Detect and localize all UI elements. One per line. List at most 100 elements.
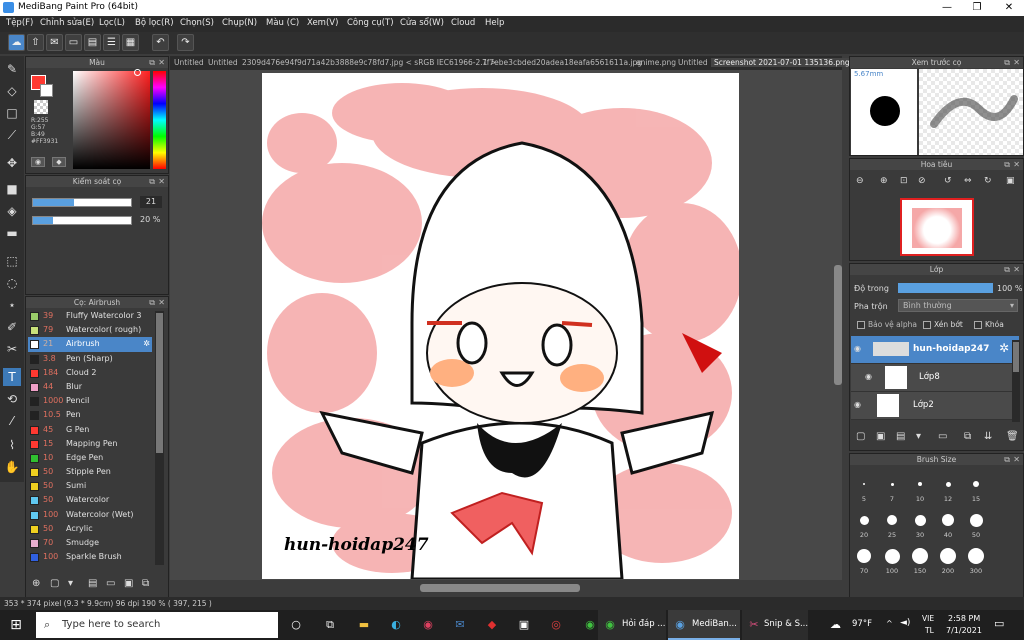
cortana-icon[interactable]: ○ (286, 615, 306, 635)
zoom-reset-icon[interactable]: ⊘ (918, 176, 926, 186)
brush-opacity-slider[interactable] (32, 216, 132, 225)
menu-brush-filter[interactable]: Bộ lọc(R) (135, 18, 174, 28)
brush-settings-icon[interactable]: ▤ (88, 578, 97, 589)
protect-alpha-checkbox[interactable] (857, 321, 865, 329)
list-icon[interactable]: ☰ (103, 34, 120, 51)
chrome-icon[interactable]: ◉ (580, 615, 600, 635)
minimize-button[interactable]: — (932, 0, 962, 16)
duplicate-layer-icon[interactable]: ⧉ (964, 431, 971, 442)
secondary-color-swatch[interactable] (40, 84, 53, 97)
brush-size-option[interactable] (940, 548, 956, 564)
fit-icon[interactable]: ⊡ (900, 176, 908, 186)
brush-size-option[interactable] (918, 482, 922, 486)
expand-icon[interactable]: ⧉ (1004, 57, 1010, 68)
file-explorer-icon[interactable]: ▬ (354, 615, 374, 635)
roblox-icon[interactable]: ◆ (482, 615, 502, 635)
new-8bit-layer-icon[interactable]: ▤ (896, 431, 905, 442)
blend-mode-select[interactable]: Bình thường ▾ (898, 299, 1018, 312)
brush-item[interactable]: 50 Watercolor (28, 493, 152, 507)
tab-screenshot-active[interactable]: Screenshot 2021-07-01 135136.png (711, 58, 853, 67)
folder-icon[interactable]: ▣ (124, 578, 133, 589)
clipping-checkbox[interactable] (923, 321, 931, 329)
expand-icon[interactable]: ⧉ (1004, 454, 1010, 465)
eye-icon[interactable]: ◉ (865, 372, 872, 381)
close-icon[interactable]: ✕ (1013, 159, 1020, 170)
tab-jpg-2[interactable]: 7f7ebe3cbded20adea18eafa6561611a.jpg (482, 58, 642, 67)
expand-icon[interactable]: ⧉ (1004, 159, 1010, 170)
menu-file[interactable]: Tệp(F) (6, 18, 33, 28)
layer-row-1[interactable]: ◉ hun-hoidap247 ✲ (851, 336, 1019, 364)
app-icon[interactable]: ◎ (546, 615, 566, 635)
operation-tool-icon[interactable]: ⟲ (3, 390, 21, 408)
menu-capture[interactable]: Chụp(N) (222, 18, 257, 28)
shape-tool-icon[interactable]: ■ (3, 180, 21, 198)
brush-item[interactable]: 100 Sparkle Brush (28, 550, 152, 564)
taskbar-app-browser[interactable]: ◉ Hỏi đáp ... (598, 610, 666, 640)
select-pen-icon[interactable]: ✐ (3, 318, 21, 336)
zoom-in-icon[interactable]: ⊕ (880, 176, 888, 186)
windows-start-icon[interactable]: ⊞ (6, 615, 26, 635)
redo-icon[interactable]: ↷ (177, 34, 194, 51)
divide-tool-icon[interactable]: ⁄ (3, 412, 21, 430)
eyedropper-icon[interactable]: ⌇ (3, 436, 21, 454)
menu-select[interactable]: Chọn(S) (180, 18, 214, 28)
brush-size-option[interactable] (945, 481, 951, 487)
menu-edit[interactable]: Chỉnh sửa(E) (40, 18, 94, 28)
brush-size-option[interactable] (890, 482, 894, 486)
brush-item[interactable]: 10.5 Pen (28, 408, 152, 422)
trash-icon[interactable]: 🗑 (1006, 431, 1019, 442)
maximize-button[interactable]: ❐ (962, 0, 992, 16)
clock-time[interactable]: 2:58 PM (948, 614, 980, 623)
expand-icon[interactable]: ⧉ (149, 176, 155, 187)
brush-size-option[interactable] (968, 548, 984, 564)
close-icon[interactable]: ✕ (158, 57, 165, 68)
grid-icon[interactable]: ▦ (122, 34, 139, 51)
brush-item[interactable]: 15 Mapping Pen (28, 437, 152, 451)
tab-untitled-2[interactable]: Untitled (208, 58, 238, 67)
brush-size-option[interactable] (884, 548, 900, 564)
bucket-tool-icon[interactable]: ◈ (3, 202, 21, 220)
eye-icon[interactable]: ◉ (854, 344, 861, 353)
text-tool-icon[interactable]: T (3, 368, 21, 386)
chevron-up-icon[interactable]: ^ (886, 619, 893, 628)
gear-icon[interactable]: ✲ (143, 337, 150, 351)
weather-text[interactable]: 97°F (852, 619, 872, 629)
expand-icon[interactable]: ⧉ (149, 57, 155, 68)
tab-untitled-3[interactable]: Untitled (678, 58, 708, 67)
brush-item[interactable]: 10 Edge Pen (28, 451, 152, 465)
menu-view[interactable]: Xem(V) (307, 18, 338, 28)
expand-icon[interactable]: ⧉ (1004, 264, 1010, 275)
menu-cloud[interactable]: Cloud (451, 18, 475, 28)
transparent-swatch[interactable] (34, 100, 48, 114)
brush-list-scrollbar[interactable] (155, 311, 164, 565)
brush-size-option[interactable] (863, 483, 865, 485)
brush-size-slider[interactable] (32, 198, 132, 207)
delete-brush-icon[interactable]: ⧉ (142, 578, 149, 589)
brush-item[interactable]: 184 Cloud 2 (28, 366, 152, 380)
close-icon[interactable]: ✕ (1013, 264, 1020, 275)
mail-icon[interactable]: ✉ (450, 615, 470, 635)
canvas-vertical-scrollbar[interactable] (834, 265, 842, 385)
lang-bottom[interactable]: TL (925, 626, 934, 635)
layer-row-3[interactable]: ◉ Lớp2 (851, 392, 1019, 420)
layer-opacity-slider[interactable] (898, 283, 993, 293)
taskbar-app-snip[interactable]: ✂ Snip & S... (742, 610, 808, 640)
layer-menu-icon[interactable]: ▾ (916, 431, 921, 442)
brush-item[interactable]: 45 G Pen (28, 423, 152, 437)
rotate-right-icon[interactable]: ↻ (984, 176, 992, 186)
folder-icon[interactable]: ▭ (938, 431, 947, 442)
navigator-thumbnail[interactable] (900, 198, 974, 256)
lasso-icon[interactable]: ◌ (3, 274, 21, 292)
comment-icon[interactable]: ✉ (46, 34, 63, 51)
close-button[interactable]: ✕ (994, 0, 1024, 16)
add-brush-icon[interactable]: ⊕ (32, 578, 40, 589)
color-picker-cursor[interactable] (134, 69, 141, 76)
expand-icon[interactable]: ⧉ (149, 297, 155, 308)
brush-size-option[interactable] (969, 513, 983, 527)
gradient-tool-icon[interactable]: ▬ (3, 224, 21, 242)
brush-item[interactable]: 1000 Pencil (28, 394, 152, 408)
tab-anime[interactable]: anime.png (636, 58, 676, 67)
clock-date[interactable]: 7/1/2021 (946, 626, 982, 635)
brush-item[interactable]: 50 Sumi (28, 479, 152, 493)
brush-item[interactable]: 50 Stipple Pen (28, 465, 152, 479)
